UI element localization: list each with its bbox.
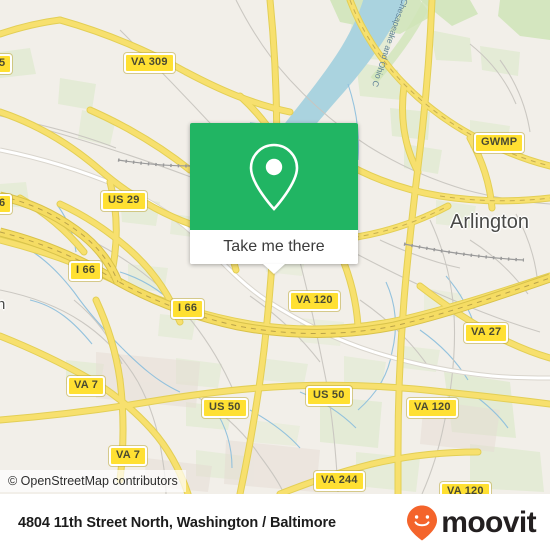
- shield-left-partial[interactable]: 6: [0, 194, 13, 214]
- moovit-wordmark: moovit: [441, 505, 536, 539]
- shield-va-120-south[interactable]: VA 120: [440, 482, 491, 494]
- address-title: 4804 11th Street North, Washington / Bal…: [18, 514, 336, 531]
- destination-popup[interactable]: Take me there: [190, 123, 358, 274]
- shield-va-244[interactable]: VA 244: [314, 471, 365, 491]
- shield-va-309[interactable]: VA 309: [124, 53, 175, 73]
- popup-pointer: [263, 264, 285, 274]
- place-label-arlington: Arlington: [450, 211, 529, 233]
- shield-us-15[interactable]: 5: [0, 54, 13, 74]
- shield-va-7-north[interactable]: VA 7: [67, 376, 106, 396]
- osm-attribution[interactable]: © OpenStreetMap contributors: [0, 470, 186, 492]
- shield-i-66-west[interactable]: I 66: [69, 261, 103, 281]
- shield-va-120-north[interactable]: VA 120: [289, 291, 340, 311]
- shield-va-7-south[interactable]: VA 7: [109, 446, 148, 466]
- moovit-pin-icon: [407, 505, 438, 540]
- footer-bar: 4804 11th Street North, Washington / Bal…: [0, 494, 550, 550]
- popup-accent-panel: [190, 123, 358, 230]
- map-pin-icon: [249, 143, 299, 211]
- shield-i-66-east[interactable]: I 66: [171, 299, 205, 319]
- shield-us-50-east[interactable]: US 50: [306, 386, 352, 406]
- shield-va-27[interactable]: VA 27: [464, 323, 509, 343]
- shield-us-29[interactable]: US 29: [101, 191, 147, 211]
- shield-us-50-west[interactable]: US 50: [202, 398, 248, 418]
- shield-gwmp[interactable]: GWMP: [474, 133, 525, 153]
- take-me-there-button[interactable]: Take me there: [190, 230, 358, 264]
- map-canvas[interactable]: Chesapeake and Ohio Canal Arlington n 5 …: [0, 0, 550, 494]
- shield-va-120-mid[interactable]: VA 120: [407, 398, 458, 418]
- moovit-logo[interactable]: moovit: [405, 504, 537, 542]
- map-screenshot: Chesapeake and Ohio Canal Arlington n 5 …: [0, 0, 550, 550]
- place-label-partial-left: n: [0, 296, 6, 313]
